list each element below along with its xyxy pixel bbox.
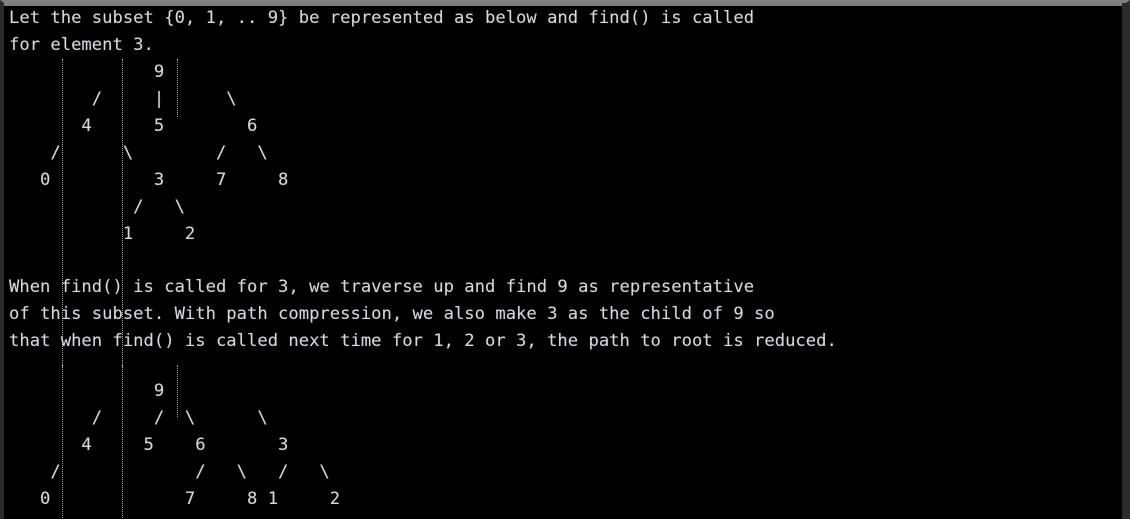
tree1-row-9: 9 <box>9 62 165 82</box>
tree1-row-12: 1 2 <box>9 224 196 244</box>
intro-line-2: for element 3. <box>9 35 154 55</box>
tree2-row-07812: 0 7 8 1 2 <box>9 489 341 509</box>
explain-line-2: of this subset. With path compression, w… <box>9 304 775 324</box>
code-text-area[interactable]: Let the subset {0, 1, .. 9} be represent… <box>4 3 1126 519</box>
editor-window: Let the subset {0, 1, .. 9} be represent… <box>0 0 1130 519</box>
tree1-row-0378: 0 3 7 8 <box>9 170 289 190</box>
tree2-row-9: 9 <box>9 381 165 401</box>
explain-line-1: When find() is called for 3, we traverse… <box>9 277 755 297</box>
intro-line-1: Let the subset {0, 1, .. 9} be represent… <box>9 8 755 28</box>
tree2-row-edges-1: / / \ \ <box>9 408 268 428</box>
tree1-row-edges-1: / | \ <box>9 89 237 109</box>
tree1-row-edges-2: / \ / \ <box>9 143 268 163</box>
tree2-row-edges-2: / / \ / \ <box>9 462 330 482</box>
tree1-row-edges-3: / \ <box>9 197 185 217</box>
right-gutter <box>1122 3 1126 519</box>
tree2-row-4563: 4 5 6 3 <box>9 435 289 455</box>
tree1-row-456: 4 5 6 <box>9 116 258 136</box>
explain-line-3: that when find() is called next time for… <box>9 331 837 351</box>
